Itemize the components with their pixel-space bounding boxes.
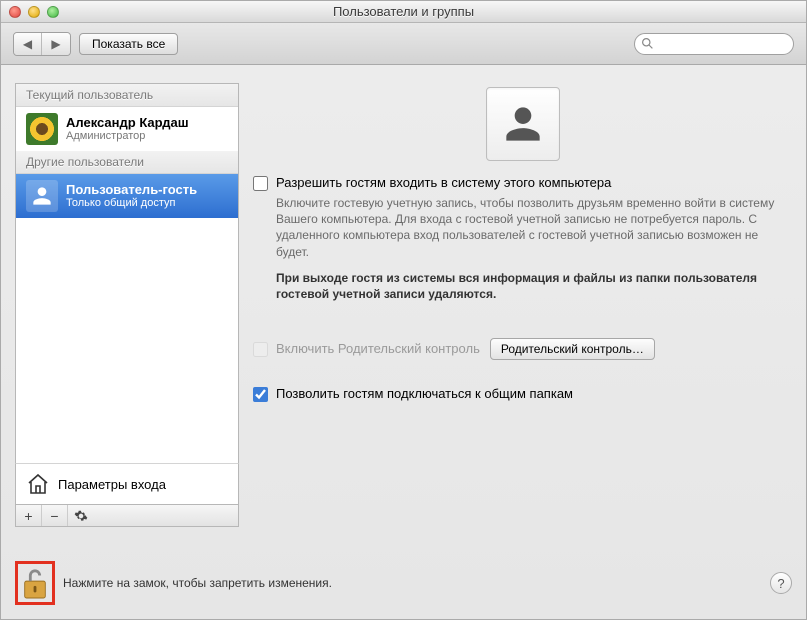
user-role: Только общий доступ (66, 197, 197, 210)
section-current-user: Текущий пользователь (16, 84, 238, 107)
house-icon (26, 472, 50, 496)
user-name: Александр Кардаш (66, 115, 189, 131)
back-button[interactable]: ◀ (14, 33, 42, 55)
user-role: Администратор (66, 130, 189, 143)
parental-checkbox-row: Включить Родительский контроль (253, 341, 480, 357)
person-icon (29, 183, 55, 209)
forward-button[interactable]: ▶ (42, 33, 70, 55)
action-menu-button[interactable] (68, 505, 94, 526)
search-wrap (634, 33, 794, 55)
main-pane: Разрешить гостям входить в систему этого… (253, 83, 792, 527)
unlock-icon[interactable] (20, 566, 50, 600)
show-all-button[interactable]: Показать все (79, 33, 178, 55)
parental-label: Включить Родительский контроль (276, 341, 480, 356)
lock-text: Нажмите на замок, чтобы запретить измене… (63, 576, 332, 590)
sidebar: Текущий пользователь Александр Кардаш Ад… (15, 83, 239, 527)
avatar (26, 113, 58, 145)
allow-guest-login-checkbox[interactable] (253, 176, 268, 191)
panes: Текущий пользователь Александр Кардаш Ад… (15, 83, 792, 527)
avatar (26, 180, 58, 212)
search-input[interactable] (634, 33, 794, 55)
allow-shared-label[interactable]: Позволить гостям подключаться к общим па… (276, 386, 573, 401)
user-name: Пользователь-гость (66, 182, 197, 198)
sidebar-item-guest[interactable]: Пользователь-гость Только общий доступ (16, 174, 238, 218)
sidebar-footer: + − (15, 505, 239, 527)
allow-guest-login-row: Разрешить гостям входить в систему этого… (253, 175, 792, 191)
user-text: Пользователь-гость Только общий доступ (66, 182, 197, 211)
allow-shared-checkbox[interactable] (253, 387, 268, 402)
person-icon (498, 99, 548, 149)
search-icon (641, 37, 654, 50)
nav-buttons: ◀ ▶ (13, 32, 71, 56)
parental-row: Включить Родительский контроль Родительс… (253, 338, 792, 360)
allow-guest-login-label[interactable]: Разрешить гостям входить в систему этого… (276, 175, 611, 190)
user-text: Александр Кардаш Администратор (66, 115, 189, 144)
content: Текущий пользователь Александр Кардаш Ад… (1, 65, 806, 619)
window-title: Пользователи и группы (1, 4, 806, 19)
guest-hint: Включите гостевую учетную запись, чтобы … (276, 195, 792, 260)
guest-avatar-large[interactable] (486, 87, 560, 161)
guest-logout-hint: При выходе гостя из системы вся информац… (276, 270, 792, 302)
remove-user-button[interactable]: − (42, 505, 68, 526)
allow-shared-row: Позволить гостям подключаться к общим па… (253, 386, 792, 402)
sidebar-item-current-user[interactable]: Александр Кардаш Администратор (16, 107, 238, 151)
user-list: Текущий пользователь Александр Кардаш Ад… (15, 83, 239, 463)
section-other-users: Другие пользователи (16, 151, 238, 174)
lock-highlight (15, 561, 55, 605)
help-button[interactable]: ? (770, 572, 792, 594)
toolbar: ◀ ▶ Показать все (1, 23, 806, 65)
gear-icon (74, 509, 88, 523)
lock-row: Нажмите на замок, чтобы запретить измене… (15, 555, 792, 609)
preferences-window: Пользователи и группы ◀ ▶ Показать все Т… (0, 0, 807, 620)
open-parental-controls-button[interactable]: Родительский контроль… (490, 338, 655, 360)
login-options-label: Параметры входа (58, 477, 166, 492)
add-user-button[interactable]: + (16, 505, 42, 526)
titlebar: Пользователи и группы (1, 1, 806, 23)
login-options-button[interactable]: Параметры входа (15, 463, 239, 505)
parental-checkbox (253, 342, 268, 357)
